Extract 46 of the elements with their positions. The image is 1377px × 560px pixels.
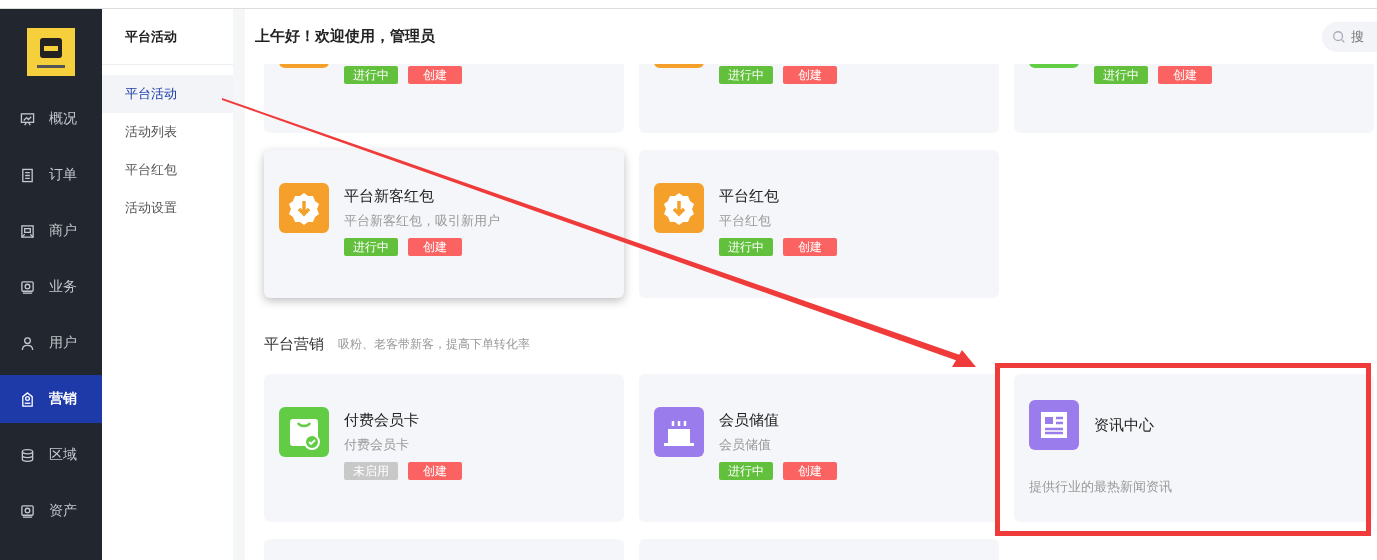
activity-card[interactable]: 平台红包 平台红包 进行中 创建: [639, 150, 999, 298]
search-field[interactable]: 搜: [1322, 21, 1377, 52]
status-tag: 进行中: [719, 462, 773, 480]
nav-item[interactable]: 资产: [0, 487, 102, 535]
status-tag: 进行中: [344, 66, 398, 84]
status-tag: 进行中: [719, 66, 773, 84]
status-tag: 进行中: [1094, 66, 1148, 84]
card-title: 平台红包: [719, 186, 780, 207]
subnav-item[interactable]: 平台红包: [102, 151, 233, 189]
nav-item[interactable]: 商户: [0, 207, 102, 255]
subnav-item[interactable]: 平台活动: [102, 75, 233, 113]
card-title: 资讯中心: [1094, 415, 1154, 436]
card-description: 付费会员卡: [344, 436, 410, 454]
card-description: 平台新客红包，吸引新用户: [344, 212, 500, 230]
status-tag: 进行中: [719, 238, 773, 256]
card-title: 平台新客红包: [344, 186, 435, 207]
nav-item[interactable]: 用户: [0, 319, 102, 367]
card-title: 付费会员卡: [344, 410, 420, 431]
card-icon: [20, 503, 35, 519]
nav-item[interactable]: 业务: [0, 263, 102, 311]
database-icon: [20, 447, 35, 463]
card-description: 会员储值: [719, 436, 772, 454]
activity-card[interactable]: 资讯中心 提供行业的最热新闻资讯: [1014, 374, 1374, 522]
tag-icon: [20, 391, 35, 407]
status-tag: 进行中: [344, 238, 398, 256]
subnav-title: 平台活动: [102, 9, 233, 65]
store-logo-icon: [27, 28, 75, 76]
card-title: 会员储值: [719, 410, 780, 431]
card-description: 平台红包: [719, 212, 772, 230]
search-icon: [1332, 29, 1346, 44]
nav-item[interactable]: 订单: [0, 151, 102, 199]
document-icon: [20, 167, 35, 183]
nav-item[interactable]: 区域: [0, 431, 102, 479]
section-subtitle: 吸粉、老客带新客，提高下单转化率: [338, 335, 530, 353]
building-icon: [20, 223, 35, 239]
activity-card[interactable]: 平台新客红包 平台新客红包，吸引新用户 进行中 创建: [264, 150, 624, 298]
nav-item[interactable]: 营销: [0, 375, 102, 423]
subnav-item[interactable]: 活动列表: [102, 113, 233, 151]
chart-icon: [20, 111, 35, 127]
section-title: 平台营销: [264, 334, 324, 354]
subnav-item[interactable]: 活动设置: [102, 189, 233, 227]
card-description: 提供行业的最热新闻资讯: [1029, 478, 1173, 496]
user-icon: [20, 335, 35, 351]
nav-item[interactable]: 概况: [0, 95, 102, 143]
greeting: 上午好！欢迎使用，管理员: [255, 27, 435, 46]
card-icon: [20, 279, 35, 295]
